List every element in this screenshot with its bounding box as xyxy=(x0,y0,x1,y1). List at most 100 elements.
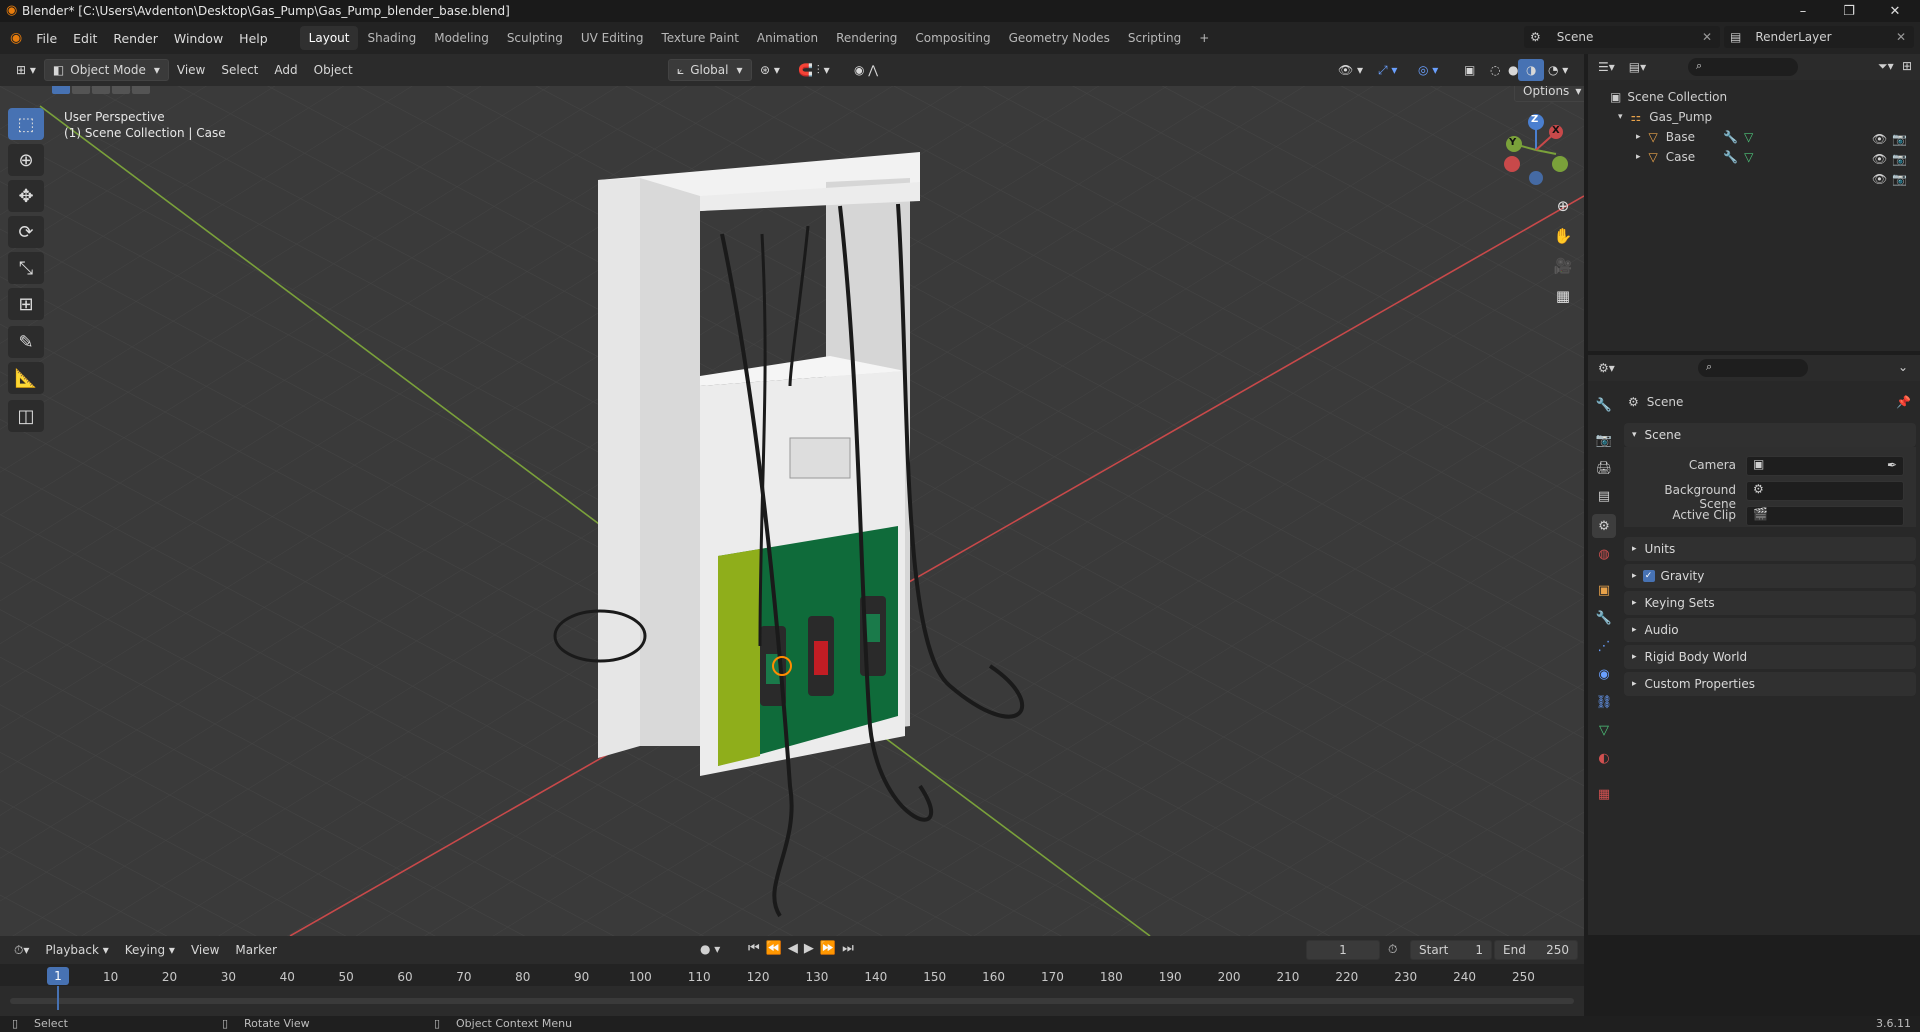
camera-render-icon[interactable]: 📷 xyxy=(1892,152,1907,166)
rotate-icon[interactable]: ⟳ xyxy=(8,216,44,248)
outliner-item-base[interactable]: ▸ ▽ Base 🔧 ▽ xyxy=(1636,126,1753,148)
tab-shading[interactable]: Shading xyxy=(358,26,425,50)
expand-icon[interactable]: ▾ xyxy=(1618,112,1623,122)
render-tab-icon[interactable]: 📷 xyxy=(1592,428,1616,452)
tab-texture-paint[interactable]: Texture Paint xyxy=(652,26,747,50)
maximize-button[interactable]: ❐ xyxy=(1826,0,1872,22)
editor-type-icon[interactable]: ⏱▾ xyxy=(6,939,37,961)
expand-icon[interactable]: ▸ xyxy=(1636,132,1641,142)
pivot-point-icon[interactable]: ⊛ ▾ xyxy=(752,59,788,81)
editor-type-icon[interactable]: ⊞ ▾ xyxy=(8,59,44,81)
physics-tab-icon[interactable]: ◉ xyxy=(1592,662,1616,686)
tab-layout[interactable]: Layout xyxy=(299,26,359,50)
start-frame-field[interactable]: Start 1 xyxy=(1410,940,1492,960)
menu-file[interactable]: File xyxy=(28,27,65,49)
scene-tab-icon[interactable]: ⚙ xyxy=(1592,514,1616,538)
select-box-icon[interactable]: ⬚ xyxy=(8,108,44,140)
shading-rendered-icon[interactable]: ◔ ▾ xyxy=(1540,59,1576,81)
xray-icon[interactable]: ▣ xyxy=(1456,59,1483,81)
timeline-scrollbar[interactable] xyxy=(10,998,1574,1004)
menu-window[interactable]: Window xyxy=(166,27,231,49)
keying-sets-panel[interactable]: ▸ Keying Sets xyxy=(1624,591,1916,615)
menu-select[interactable]: Select xyxy=(213,59,266,81)
navigation-gizmo[interactable]: Z Y X xyxy=(1496,110,1584,190)
tab-sculpting[interactable]: Sculpting xyxy=(498,26,572,50)
menu-playback[interactable]: Playback ▾ xyxy=(37,939,116,961)
world-tab-icon[interactable]: ◍ xyxy=(1592,542,1616,566)
eye-icon[interactable]: 👁 xyxy=(1872,172,1887,186)
modifier-tab-icon[interactable]: 🔧 xyxy=(1592,606,1616,630)
outliner-root[interactable]: ▣ Scene Collection xyxy=(1610,86,1727,108)
camera-field[interactable]: ▣ ✒ xyxy=(1746,456,1904,476)
select-new-icon[interactable] xyxy=(52,86,70,94)
select-intersect-icon[interactable] xyxy=(132,86,150,94)
close-button[interactable]: ✕ xyxy=(1872,0,1918,22)
outliner-search-input[interactable]: ⌕ xyxy=(1688,58,1798,76)
playback-controls[interactable]: ⏮⏪◀▶⏩⏭ xyxy=(748,941,860,956)
minimize-button[interactable]: – xyxy=(1780,0,1826,22)
record-icon[interactable]: ● ▾ xyxy=(700,942,720,956)
menu-keying[interactable]: Keying ▾ xyxy=(117,939,183,961)
menu-view[interactable]: View xyxy=(169,59,213,81)
outliner-item-gas-pump[interactable]: ▾ ⚏ Gas_Pump xyxy=(1618,106,1712,128)
pin-icon[interactable]: 📌 xyxy=(1896,395,1911,409)
camera-view-icon[interactable]: 🎥 xyxy=(1549,252,1577,280)
scene-selector[interactable]: ⚙ Scene ✕ xyxy=(1524,26,1720,48)
menu-object[interactable]: Object xyxy=(306,59,361,81)
data-tab-icon[interactable]: ▽ xyxy=(1592,718,1616,742)
outliner-item-case[interactable]: ▸ ▽ Case 🔧 ▽ xyxy=(1636,146,1753,168)
expand-icon[interactable]: ▸ xyxy=(1636,152,1641,162)
units-panel[interactable]: ▸ Units xyxy=(1624,537,1916,561)
scene-section-header[interactable]: ▾ Scene xyxy=(1624,423,1916,447)
options-dropdown[interactable]: Options ▾ xyxy=(1514,86,1584,102)
tool-tab-icon[interactable]: 🔧 xyxy=(1592,393,1616,417)
perspective-toggle-icon[interactable]: ▦ xyxy=(1549,282,1577,310)
tab-uv-editing[interactable]: UV Editing xyxy=(572,26,653,50)
menu-edit[interactable]: Edit xyxy=(65,27,105,49)
select-subtract-icon[interactable] xyxy=(92,86,110,94)
eye-icon[interactable]: 👁 xyxy=(1872,132,1887,146)
scale-icon[interactable]: ⤡ xyxy=(8,252,44,284)
mode-dropdown[interactable]: ◧ Object Mode ▾ xyxy=(43,59,169,81)
add-workspace-icon[interactable]: + xyxy=(1190,26,1218,50)
add-cube-icon[interactable]: ◫ xyxy=(8,400,44,432)
pan-hand-icon[interactable]: ✋ xyxy=(1549,222,1577,250)
orientation-dropdown[interactable]: ⟀ Global ▾ xyxy=(668,59,752,81)
background-scene-field[interactable]: ⚙ xyxy=(1746,481,1904,501)
proportional-edit-icon[interactable]: ◉ ⋀ xyxy=(846,59,886,81)
display-mode-icon[interactable]: ▤▾ xyxy=(1629,60,1646,74)
annotate-icon[interactable]: ✎ xyxy=(8,326,44,358)
filter-icon[interactable]: ⏷▾ xyxy=(1878,59,1894,74)
tab-scripting[interactable]: Scripting xyxy=(1119,26,1190,50)
tab-rendering[interactable]: Rendering xyxy=(827,26,906,50)
cursor-icon[interactable]: ⊕ xyxy=(8,144,44,176)
close-icon[interactable]: ✕ xyxy=(1702,30,1712,44)
constraints-tab-icon[interactable]: ⛓ xyxy=(1592,690,1616,714)
object-tab-icon[interactable]: ▣ xyxy=(1592,578,1616,602)
3d-viewport[interactable]: User Perspective (1) Scene Collection | … xyxy=(0,86,1584,936)
playhead-frame[interactable]: 1 xyxy=(47,967,69,985)
clock-icon[interactable]: ⏱ xyxy=(1388,942,1397,957)
gravity-checkbox[interactable]: ✓ xyxy=(1642,570,1655,582)
close-icon[interactable]: ✕ xyxy=(1896,30,1906,44)
eyedropper-icon[interactable]: ✒ xyxy=(1887,458,1897,472)
select-extend-icon[interactable] xyxy=(72,86,90,94)
view-layer-selector[interactable]: ▤ RenderLayer ✕ xyxy=(1724,26,1914,48)
end-frame-field[interactable]: End 250 xyxy=(1494,940,1578,960)
tab-compositing[interactable]: Compositing xyxy=(906,26,999,50)
camera-render-icon[interactable]: 📷 xyxy=(1892,132,1907,146)
tab-geometry-nodes[interactable]: Geometry Nodes xyxy=(1000,26,1119,50)
gravity-panel[interactable]: ▸ ✓ Gravity xyxy=(1624,564,1916,588)
move-icon[interactable]: ✥ xyxy=(8,180,44,212)
eye-icon[interactable]: 👁 xyxy=(1872,152,1887,166)
rigid-body-world-panel[interactable]: ▸ Rigid Body World xyxy=(1624,645,1916,669)
view-layer-tab-icon[interactable]: ▤ xyxy=(1592,484,1616,508)
material-tab-icon[interactable]: ◐ xyxy=(1592,746,1616,770)
output-tab-icon[interactable]: 🖨 xyxy=(1592,456,1616,480)
custom-properties-panel[interactable]: ▸ Custom Properties xyxy=(1624,672,1916,696)
audio-panel[interactable]: ▸ Audio xyxy=(1624,618,1916,642)
current-frame-field[interactable]: 1 xyxy=(1306,940,1380,960)
menu-marker[interactable]: Marker xyxy=(227,939,284,961)
blender-menu-icon[interactable]: ◉ xyxy=(10,30,22,46)
transform-icon[interactable]: ⊞ xyxy=(8,288,44,320)
